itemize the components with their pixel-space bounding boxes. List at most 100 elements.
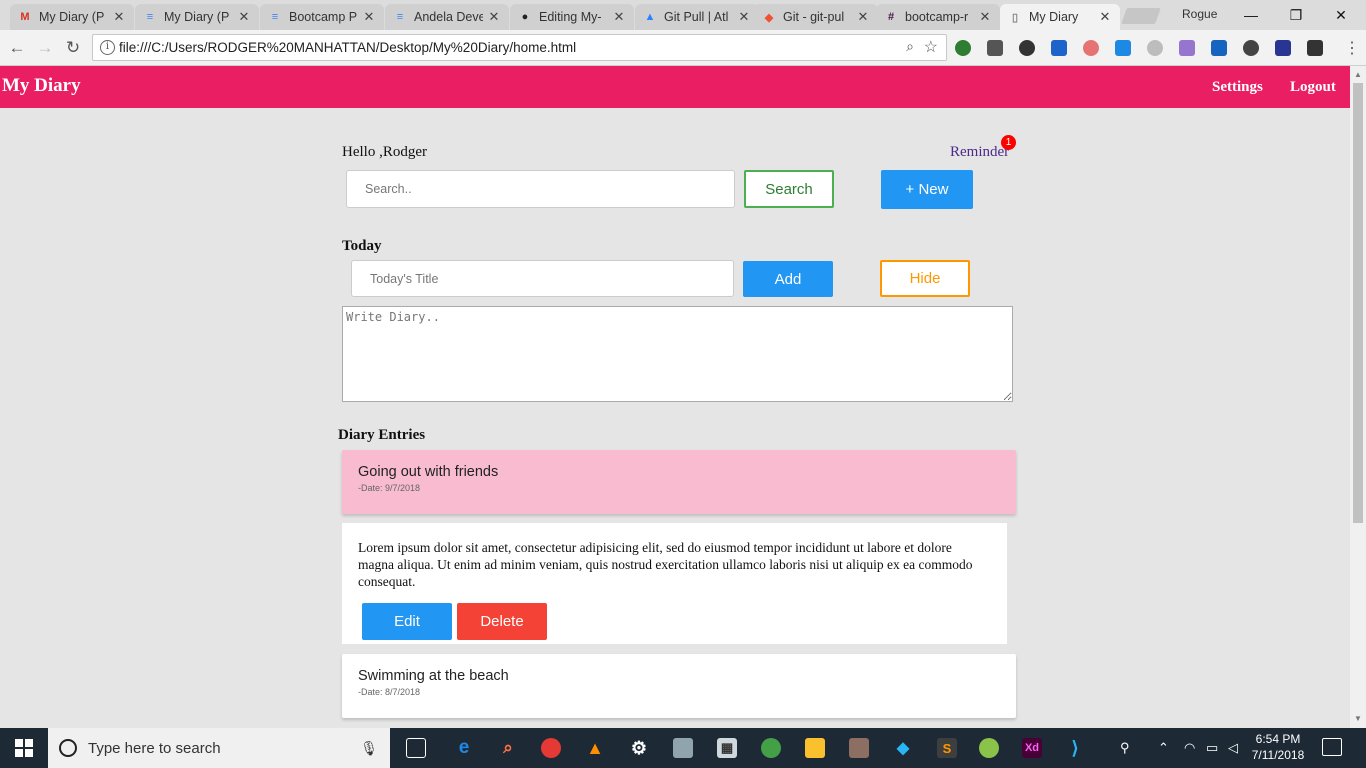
close-tab-icon[interactable]: ✕ <box>487 9 501 25</box>
winrar-icon[interactable] <box>849 738 869 758</box>
extension-icon[interactable] <box>1243 40 1259 56</box>
sublime-text-icon[interactable]: S <box>937 738 957 758</box>
notification-center-icon[interactable] <box>1322 738 1342 756</box>
browser-tab[interactable]: M My Diary (P ✕ <box>10 4 134 30</box>
calculator-icon[interactable]: ▦ <box>717 738 737 758</box>
windows-taskbar: Type here to search 🎙 e ⌕ ▲ ⚙ ▦ ◆ S Xd ⟩… <box>0 728 1366 768</box>
zoom-icon[interactable]: ⌕ <box>906 38 914 55</box>
task-view-icon[interactable] <box>406 738 426 758</box>
logout-link[interactable]: Logout <box>1290 79 1336 96</box>
extension-icon[interactable] <box>1147 40 1163 56</box>
app-icon[interactable] <box>979 738 999 758</box>
microphone-icon[interactable]: 🎙 <box>360 740 378 757</box>
photos-app-icon[interactable] <box>673 738 693 758</box>
extension-icon[interactable] <box>1083 40 1099 56</box>
close-tab-icon[interactable]: ✕ <box>737 9 751 25</box>
browser-tab[interactable]: ● Editing My- ✕ <box>510 4 634 30</box>
browser-tab[interactable]: ◆ Git - git-pul ✕ <box>754 4 878 30</box>
new-tab-button[interactable] <box>1121 8 1161 24</box>
scroll-up-icon[interactable]: ▲ <box>1354 70 1362 79</box>
chrome-icon[interactable] <box>541 738 561 758</box>
extension-icon[interactable] <box>1179 40 1195 56</box>
diary-entry-card[interactable]: Swimming at the beach -Date: 8/7/2018 <box>342 654 1016 718</box>
close-tab-icon[interactable]: ✕ <box>856 9 870 25</box>
tray-chevron-icon[interactable]: ⌃ <box>1158 740 1169 756</box>
extension-icon[interactable] <box>1275 40 1291 56</box>
entry-date: -Date: 8/7/2018 <box>358 687 421 697</box>
browser-tab[interactable]: ≡ Andela Deve ✕ <box>385 4 509 30</box>
close-tab-icon[interactable]: ✕ <box>112 9 126 25</box>
reminder-link[interactable]: Reminder <box>950 144 1009 161</box>
browser-tab[interactable]: # bootcamp-r ✕ <box>876 4 1000 30</box>
atlassian-icon: ▲ <box>644 11 656 23</box>
search-input[interactable] <box>346 170 735 208</box>
extension-icon[interactable] <box>1019 40 1035 56</box>
edge-icon[interactable]: e <box>454 737 474 758</box>
close-tab-icon[interactable]: ✕ <box>362 9 376 25</box>
profile-name[interactable]: Rogue <box>1182 7 1217 21</box>
forward-icon[interactable]: → <box>34 37 56 59</box>
settings-link[interactable]: Settings <box>1212 79 1263 96</box>
vscode-icon[interactable]: ⟩ <box>1065 738 1085 758</box>
extension-icon[interactable] <box>1211 40 1227 56</box>
reminder-count-badge: 1 <box>1001 135 1016 150</box>
close-tab-icon[interactable]: ✕ <box>1098 9 1112 25</box>
extension-icon[interactable] <box>987 40 1003 56</box>
bookmark-star-icon[interactable]: ☆ <box>924 37 938 57</box>
url-text[interactable]: file:///C:/Users/RODGER%20MANHATTAN/Desk… <box>119 40 576 55</box>
minimize-icon[interactable]: — <box>1228 0 1274 30</box>
magnifier-app-icon[interactable]: ⌕ <box>498 738 518 758</box>
address-bar[interactable]: i file:///C:/Users/RODGER%20MANHATTAN/De… <box>92 34 947 61</box>
extension-icon[interactable] <box>955 40 971 56</box>
back-icon[interactable]: ← <box>6 37 28 59</box>
settings-gear-icon[interactable]: ⚙ <box>629 738 649 758</box>
info-icon[interactable]: i <box>100 40 115 55</box>
close-tab-icon[interactable]: ✕ <box>612 9 626 25</box>
volume-icon[interactable]: ◁ <box>1228 740 1238 756</box>
people-icon[interactable]: ⚲ <box>1120 740 1130 756</box>
extension-icon[interactable] <box>1115 40 1131 56</box>
search-button[interactable]: Search <box>744 170 834 208</box>
new-entry-button[interactable]: + New <box>881 170 973 209</box>
diary-entry-card[interactable]: Going out with friends -Date: 9/7/2018 <box>342 450 1016 514</box>
wifi-icon[interactable]: ◠ <box>1184 740 1195 756</box>
close-window-icon[interactable]: ✕ <box>1318 0 1364 30</box>
add-button[interactable]: Add <box>743 261 833 297</box>
entry-body-text: Lorem ipsum dolor sit amet, consectetur … <box>358 540 973 589</box>
extension-icon[interactable] <box>1051 40 1067 56</box>
browser-tab-active[interactable]: ▯ My Diary ✕ <box>1000 4 1120 30</box>
title-input[interactable] <box>351 260 734 297</box>
browser-menu-icon[interactable]: ⋮ <box>1344 38 1360 58</box>
github-icon: ● <box>521 11 529 23</box>
taskbar-search-box[interactable]: Type here to search 🎙 <box>48 728 390 768</box>
scrollbar-thumb[interactable] <box>1353 83 1363 523</box>
browser-tab[interactable]: ≡ My Diary (P ✕ <box>135 4 259 30</box>
battery-icon[interactable]: ▭ <box>1206 740 1218 756</box>
windows-logo-icon <box>15 739 33 757</box>
vlc-icon[interactable]: ▲ <box>585 738 605 758</box>
diary-textarea[interactable] <box>342 306 1013 402</box>
browser-tab-strip: M My Diary (P ✕ ≡ My Diary (P ✕ ≡ Bootca… <box>0 0 1366 30</box>
download-extension-icon[interactable] <box>1307 40 1323 56</box>
close-tab-icon[interactable]: ✕ <box>237 9 251 25</box>
edit-button[interactable]: Edit <box>362 603 452 640</box>
app-navbar: My Diary Settings Logout <box>0 66 1350 108</box>
restore-icon[interactable]: ❐ <box>1273 0 1319 30</box>
brand-logo[interactable]: My Diary <box>2 75 81 97</box>
git-kraken-icon[interactable]: ◆ <box>893 738 913 758</box>
browser-tab[interactable]: ▲ Git Pull | Atl ✕ <box>635 4 759 30</box>
page-icon: ▯ <box>1011 11 1019 24</box>
adobe-xd-icon[interactable]: Xd <box>1022 738 1042 758</box>
clock-date: 7/11/2018 <box>1251 748 1305 762</box>
start-button[interactable] <box>0 728 48 768</box>
globe-app-icon[interactable] <box>761 738 781 758</box>
close-tab-icon[interactable]: ✕ <box>978 9 992 25</box>
taskbar-clock[interactable]: 6:54 PM 7/11/2018 <box>1248 731 1308 763</box>
reload-icon[interactable]: ↻ <box>62 37 84 59</box>
delete-button[interactable]: Delete <box>457 603 547 640</box>
hide-button[interactable]: Hide <box>880 260 970 297</box>
scroll-down-icon[interactable]: ▼ <box>1354 714 1362 723</box>
file-explorer-icon[interactable] <box>805 738 825 758</box>
browser-tab[interactable]: ≡ Bootcamp P ✕ <box>260 4 384 30</box>
page-scrollbar[interactable]: ▲ ▼ <box>1350 66 1366 728</box>
